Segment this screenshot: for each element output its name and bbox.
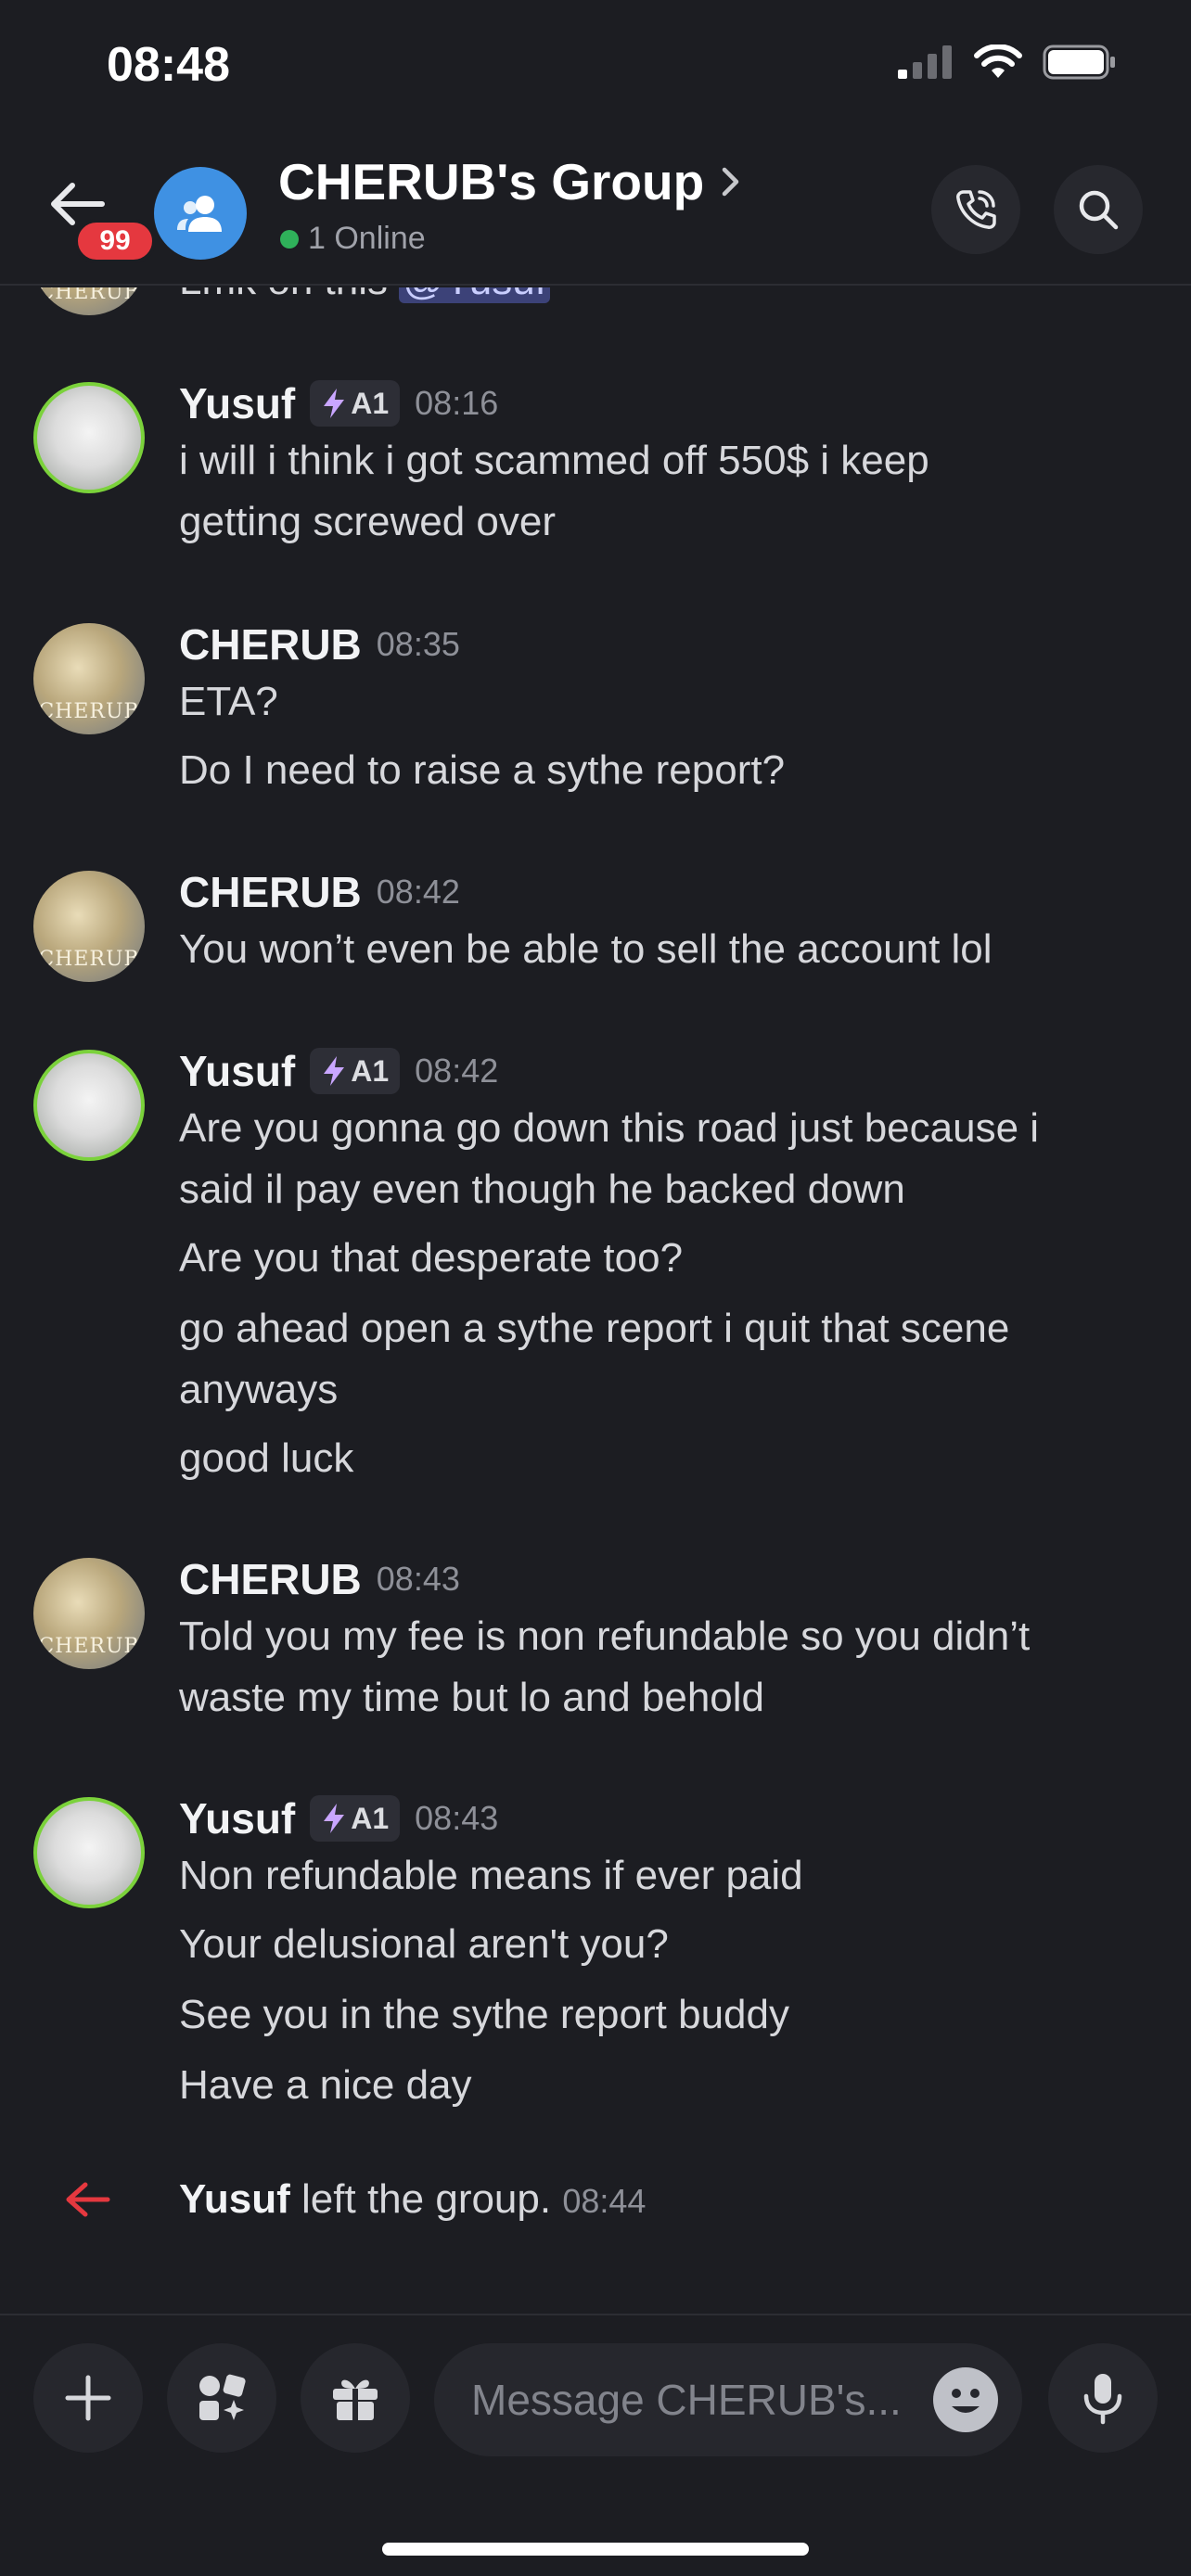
avatar[interactable] bbox=[33, 382, 145, 493]
username[interactable]: CHERUB bbox=[179, 867, 362, 917]
unread-badge: 99 bbox=[74, 219, 156, 263]
message-line: See you in the sythe report buddy bbox=[179, 1992, 789, 2037]
emoji-icon[interactable] bbox=[933, 2367, 998, 2432]
avatar[interactable]: CHERUB bbox=[33, 871, 145, 982]
username[interactable]: CHERUB bbox=[179, 619, 362, 670]
avatar-label: CHERUB bbox=[38, 1635, 140, 1658]
system-message-user[interactable]: Yusuf bbox=[179, 2176, 290, 2222]
lightning-icon bbox=[324, 1804, 345, 1833]
user-mention[interactable]: @Yusuf bbox=[399, 287, 550, 303]
avatar-label: CHERUB bbox=[38, 287, 140, 304]
message-header: Yusuf A1 08:43 bbox=[179, 1793, 498, 1843]
message-input-placeholder: Message CHERUB's... bbox=[471, 2376, 902, 2424]
message-timestamp: 08:42 bbox=[415, 1052, 499, 1090]
message-line: You won’t even be able to sell the accou… bbox=[179, 926, 992, 972]
message-line: go ahead open a sythe report i quit that… bbox=[179, 1306, 1010, 1351]
server-tag[interactable]: A1 bbox=[310, 380, 401, 427]
online-status: 1 Online bbox=[280, 221, 426, 257]
avatar-label: CHERUB bbox=[38, 948, 140, 971]
cellular-signal-icon bbox=[898, 45, 952, 79]
username[interactable]: Yusuf bbox=[179, 1046, 295, 1096]
message-line: Are you that desperate too? bbox=[179, 1235, 684, 1281]
message-header: CHERUB 08:43 bbox=[179, 1554, 460, 1604]
voice-call-button[interactable] bbox=[931, 165, 1020, 254]
server-tag-text: A1 bbox=[351, 1053, 390, 1088]
avatar[interactable]: CHERUB bbox=[33, 623, 145, 734]
apps-button[interactable] bbox=[167, 2343, 276, 2453]
avatar[interactable]: CHERUB bbox=[33, 287, 145, 315]
message-timestamp: 08:16 bbox=[415, 384, 499, 422]
message-header: Yusuf A1 08:42 bbox=[179, 1046, 498, 1096]
system-message-text: Yusuf left the group. 08:44 bbox=[179, 2169, 646, 2232]
username[interactable]: Yusuf bbox=[179, 1793, 295, 1843]
server-tag-text: A1 bbox=[351, 1801, 390, 1835]
voice-message-button[interactable] bbox=[1048, 2343, 1158, 2453]
message-list[interactable]: CHERUB Lmk on this @Yusuf Yusuf A1 08:16… bbox=[0, 287, 1191, 2314]
emoji-face-icon bbox=[952, 2389, 980, 2413]
avatar-label: CHERUB bbox=[38, 700, 140, 723]
message-timestamp: 08:43 bbox=[376, 1560, 460, 1598]
apps-icon bbox=[199, 2374, 246, 2420]
message-text: Lmk on this @Yusuf bbox=[179, 287, 1162, 312]
message-timestamp: 08:44 bbox=[562, 2182, 647, 2220]
microphone-icon bbox=[1083, 2374, 1122, 2425]
message-composer: Message CHERUB's... bbox=[0, 2314, 1191, 2576]
system-message-left-group: Yusuf left the group. 08:44 bbox=[0, 2169, 1191, 2230]
message-line: Have a nice day bbox=[179, 2062, 472, 2108]
plus-icon bbox=[65, 2375, 111, 2421]
home-indicator[interactable] bbox=[382, 2543, 809, 2556]
chevron-right-icon bbox=[722, 167, 739, 197]
username[interactable]: CHERUB bbox=[179, 1554, 362, 1604]
message-header: CHERUB 08:42 bbox=[179, 867, 460, 917]
server-tag[interactable]: A1 bbox=[310, 1795, 401, 1842]
message-line: anyways bbox=[179, 1367, 339, 1412]
avatar[interactable]: CHERUB bbox=[33, 1558, 145, 1669]
message-timestamp: 08:43 bbox=[415, 1799, 499, 1837]
username[interactable]: Yusuf bbox=[179, 378, 295, 428]
channel-header: 99 CHERUB's Group 1 Online bbox=[0, 139, 1191, 286]
group-avatar[interactable] bbox=[154, 167, 247, 260]
message-line: good luck bbox=[179, 1435, 354, 1481]
avatar[interactable] bbox=[33, 1797, 145, 1908]
online-dot-icon bbox=[280, 229, 299, 249]
channel-title-text: CHERUB's Group bbox=[278, 153, 705, 210]
channel-title[interactable]: CHERUB's Group bbox=[278, 152, 741, 211]
status-icons bbox=[898, 45, 1117, 80]
online-count: 1 Online bbox=[308, 221, 426, 256]
message-line: Told you my fee is non refundable so you… bbox=[179, 1613, 1031, 1659]
message-header: Yusuf A1 08:16 bbox=[179, 378, 498, 428]
message-text-content: Lmk on this bbox=[179, 287, 388, 303]
lightning-icon bbox=[324, 1056, 345, 1086]
phone-call-icon bbox=[956, 190, 996, 229]
system-message-action: left the group. bbox=[301, 2176, 552, 2222]
message-line: ETA? bbox=[179, 679, 278, 724]
message-line: waste my time but lo and behold bbox=[179, 1675, 765, 1720]
status-bar: 08:48 bbox=[0, 0, 1191, 139]
message-line: said il pay even though he backed down bbox=[179, 1167, 905, 1212]
server-tag[interactable]: A1 bbox=[310, 1048, 401, 1094]
message-line: Your delusional aren't you? bbox=[179, 1921, 669, 1967]
gift-icon bbox=[333, 2379, 378, 2420]
status-time: 08:48 bbox=[107, 38, 230, 92]
message-line: getting screwed over bbox=[179, 499, 556, 544]
leave-arrow-icon bbox=[66, 2182, 110, 2217]
message-line: Do I need to raise a sythe report? bbox=[179, 747, 786, 793]
message-input[interactable]: Message CHERUB's... bbox=[434, 2343, 1022, 2456]
add-attachment-button[interactable] bbox=[33, 2343, 143, 2453]
server-tag-text: A1 bbox=[351, 386, 390, 420]
message-timestamp: 08:42 bbox=[376, 873, 460, 911]
message-timestamp: 08:35 bbox=[376, 625, 460, 663]
message-line: Non refundable means if ever paid bbox=[179, 1853, 803, 1898]
message-line: Are you gonna go down this road just bec… bbox=[179, 1105, 1040, 1151]
lightning-icon bbox=[324, 389, 345, 418]
battery-icon bbox=[1043, 45, 1115, 80]
search-icon bbox=[1079, 190, 1119, 230]
message-line: i will i think i got scammed off 550$ i … bbox=[179, 438, 929, 483]
group-people-icon bbox=[177, 196, 222, 232]
avatar[interactable] bbox=[33, 1050, 145, 1161]
wifi-icon bbox=[974, 45, 1022, 78]
search-button[interactable] bbox=[1054, 165, 1143, 254]
gift-button[interactable] bbox=[301, 2343, 410, 2453]
message-header: CHERUB 08:35 bbox=[179, 619, 460, 670]
